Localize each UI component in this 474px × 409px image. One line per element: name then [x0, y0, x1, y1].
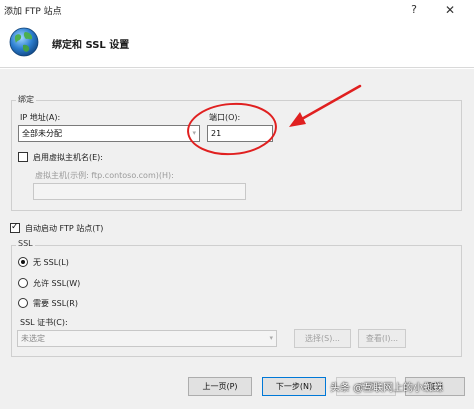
radio-allow-ssl-label: 允许 SSL(W) — [33, 279, 81, 288]
ssl-cert-label: SSL 证书(C): — [20, 318, 68, 327]
page-title: 绑定和 SSL 设置 — [52, 40, 130, 51]
title-bar: 添加 FTP 站点 ? ✕ — [0, 0, 474, 20]
ssl-cert-value: 未选定 — [21, 334, 45, 343]
radio-require-ssl[interactable] — [18, 298, 28, 308]
next-button[interactable]: 下一步(N) — [262, 377, 326, 396]
close-button[interactable]: ✕ — [430, 1, 470, 19]
chevron-down-icon[interactable]: ▾ — [269, 331, 273, 346]
ssl-group-label: SSL — [16, 239, 35, 248]
radio-no-ssl[interactable] — [18, 257, 28, 267]
wizard-header: 绑定和 SSL 设置 — [0, 20, 474, 68]
autostart-label: 自动启动 FTP 站点(T) — [25, 224, 104, 233]
port-input[interactable]: 21 — [207, 125, 273, 142]
help-button[interactable]: ? — [400, 1, 428, 19]
ip-address-label: IP 地址(A): — [20, 113, 61, 122]
ip-address-input[interactable]: 全部未分配 ▾ — [18, 125, 200, 142]
watermark: 头条 @互联网上的小蜘蛛 — [330, 383, 444, 394]
select-cert-button[interactable]: 选择(S)... — [294, 329, 351, 348]
window-title: 添加 FTP 站点 — [4, 7, 62, 17]
vhost-hint-label: 虚拟主机(示例: ftp.contoso.com)(H): — [35, 171, 174, 180]
port-value: 21 — [211, 129, 222, 138]
chevron-down-icon[interactable]: ▾ — [192, 126, 196, 141]
autostart-checkbox[interactable]: ✓ — [10, 222, 20, 233]
ssl-cert-select[interactable]: 未选定 ▾ — [17, 330, 277, 347]
radio-no-ssl-label: 无 SSL(L) — [33, 258, 69, 267]
vhost-input[interactable] — [33, 183, 246, 200]
ip-address-value: 全部未分配 — [22, 129, 62, 138]
globe-icon — [9, 27, 39, 57]
radio-selected-dot — [21, 260, 25, 264]
vhost-checkbox-label: 启用虚拟主机名(E): — [33, 153, 103, 162]
prev-button[interactable]: 上一页(P) — [188, 377, 252, 396]
check-icon: ✓ — [11, 222, 19, 232]
port-label: 端口(O): — [209, 113, 241, 122]
binding-group-label: 绑定 — [16, 94, 36, 105]
view-cert-button[interactable]: 查看(I)... — [358, 329, 406, 348]
radio-allow-ssl[interactable] — [18, 278, 28, 288]
radio-require-ssl-label: 需要 SSL(R) — [33, 299, 78, 308]
vhost-checkbox[interactable] — [18, 152, 28, 162]
